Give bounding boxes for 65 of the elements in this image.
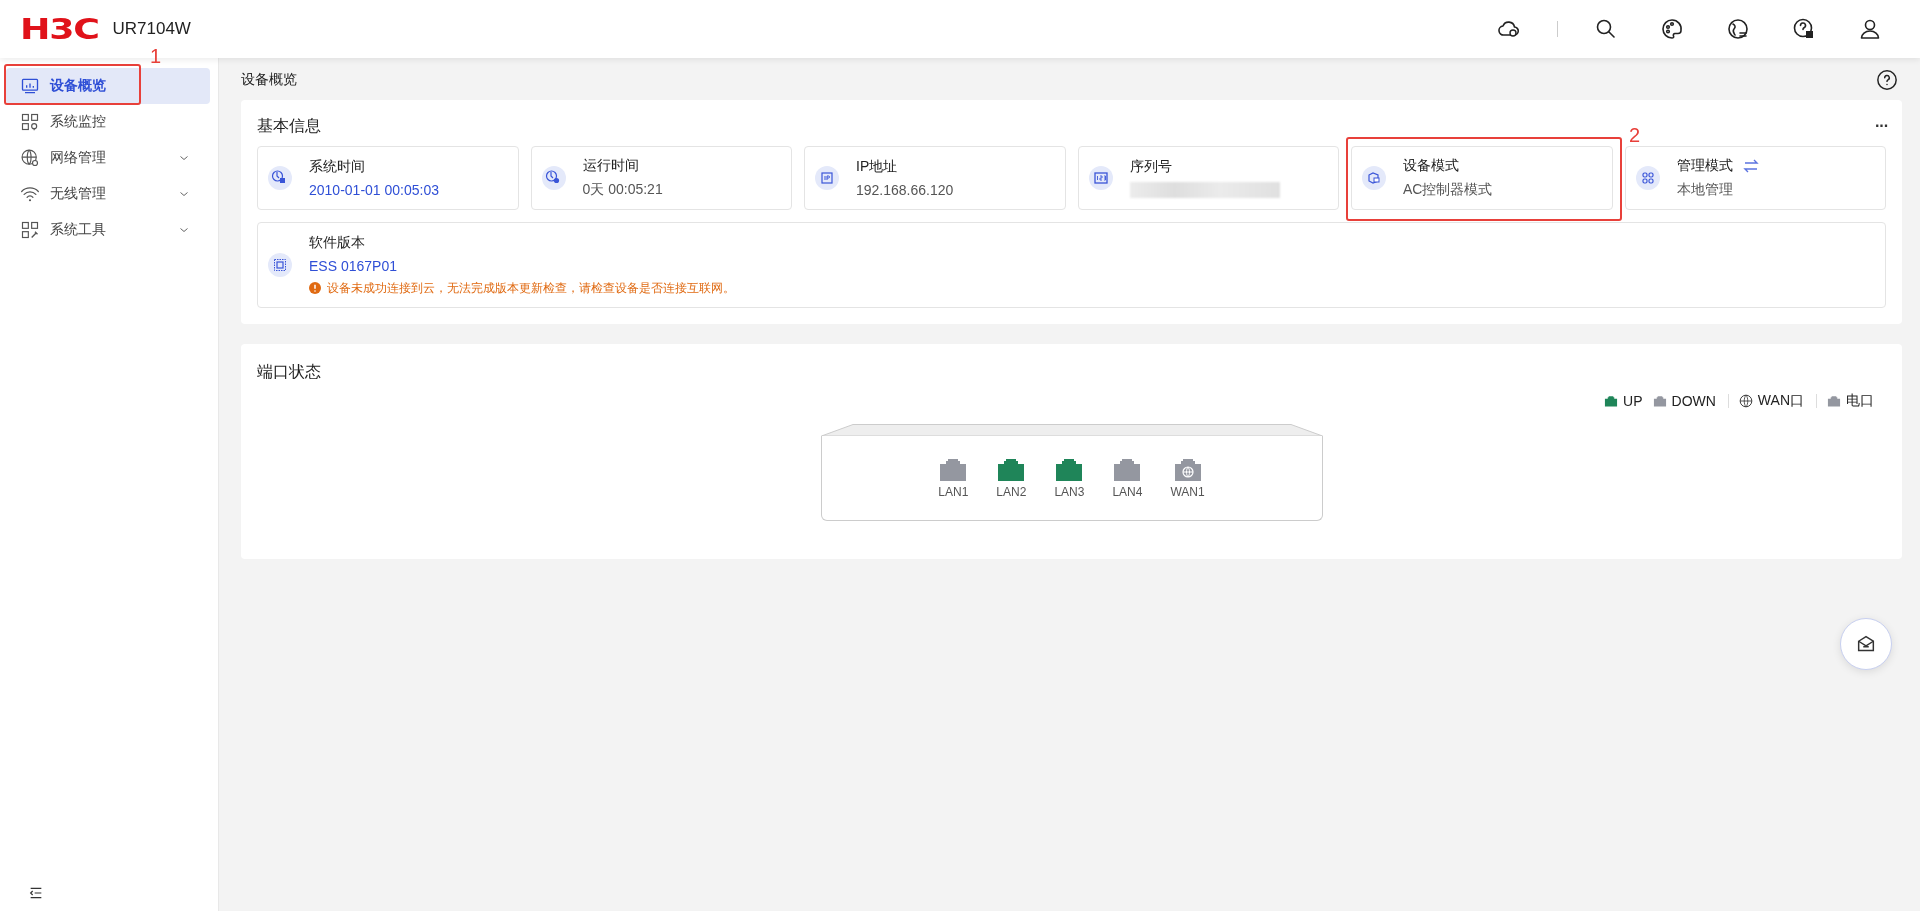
wifi-icon [20, 184, 40, 204]
help-icon[interactable] [1792, 17, 1816, 41]
port-label: WAN1 [1170, 485, 1205, 499]
card-label: 序列号 [1129, 158, 1172, 176]
sidebar-item[interactable]: 无线管理 [6, 176, 210, 212]
wan-port-icon[interactable] [1172, 457, 1203, 481]
sidebar-item[interactable]: 设备概览 [6, 68, 210, 104]
user-icon[interactable] [1858, 17, 1882, 41]
lan-port-icon[interactable] [996, 457, 1027, 481]
port-label: LAN1 [938, 485, 969, 499]
card-value: ESS 0167P01 [309, 257, 398, 274]
globe-gear-icon [20, 148, 40, 168]
card-label: 设备模式 [1403, 157, 1459, 175]
port-icon [1604, 394, 1619, 408]
more-button[interactable]: ··· [1875, 117, 1888, 135]
card-value: AC控制器模式 [1403, 181, 1493, 199]
help-icon[interactable] [1876, 69, 1898, 91]
lan-port-icon[interactable] [938, 457, 969, 481]
warning-icon [309, 282, 321, 294]
switch-icon[interactable] [1742, 159, 1759, 173]
sidebar-item[interactable]: 系统监控 [6, 104, 210, 140]
lan-port-icon[interactable] [1054, 457, 1085, 481]
collapse-menu-icon[interactable] [28, 885, 44, 901]
ip-icon [815, 166, 839, 190]
card-label: 系统时间 [309, 158, 365, 176]
port-label: LAN4 [1112, 485, 1143, 499]
legend-label: DOWN [1671, 393, 1716, 409]
card-label: 运行时间 [582, 157, 639, 175]
port-label: LAN3 [1054, 485, 1085, 499]
legend-label: UP [1623, 393, 1643, 409]
section-title: 基本信息 [257, 115, 321, 136]
palette-icon[interactable] [1660, 17, 1684, 41]
legend-label: WAN口 [1757, 392, 1804, 410]
card-value: 本地管理 [1676, 181, 1734, 199]
annotation-number: 2 [1629, 124, 1641, 146]
dashboard-icon [20, 76, 40, 96]
warning-message: 设备未成功连接到云，无法完成版本更新检查，请检查设备是否连接互联网。 [327, 279, 735, 297]
tools-icon [20, 220, 40, 240]
sidebar-item[interactable]: 系统工具 [6, 212, 210, 248]
legend-label: 电口 [1846, 392, 1874, 410]
box-icon [1362, 166, 1386, 190]
lan-port-icon[interactable] [1112, 457, 1143, 481]
card-label: 管理模式 [1676, 157, 1733, 175]
port-label: LAN2 [996, 485, 1027, 499]
monitor-grid-icon [20, 112, 40, 132]
device-model: UR7104W [112, 19, 191, 39]
card-value: 0天 00:05:21 [582, 181, 663, 199]
brand-logo: H3C [20, 12, 99, 46]
port-icon [1827, 394, 1841, 408]
card-label: IP地址 [856, 158, 898, 176]
card-value: 192.168.66.120 [856, 182, 954, 198]
annotation-number: 1 [150, 45, 162, 67]
card-label: 软件版本 [309, 233, 365, 252]
feedback-button[interactable] [1840, 618, 1892, 670]
port-icon [1652, 394, 1667, 408]
number-icon [1088, 166, 1113, 190]
clock-icon [541, 166, 566, 190]
sidebar-item[interactable]: 网络管理 [6, 140, 210, 176]
card-value: 2010-01-01 00:05:03 [309, 182, 439, 198]
clock-icon [268, 166, 292, 190]
section-title: 端口状态 [257, 361, 321, 382]
chip-icon [268, 253, 292, 277]
grid-icon [1635, 166, 1660, 190]
breadcrumb: 设备概览 [241, 71, 297, 89]
search-icon[interactable] [1594, 17, 1618, 41]
